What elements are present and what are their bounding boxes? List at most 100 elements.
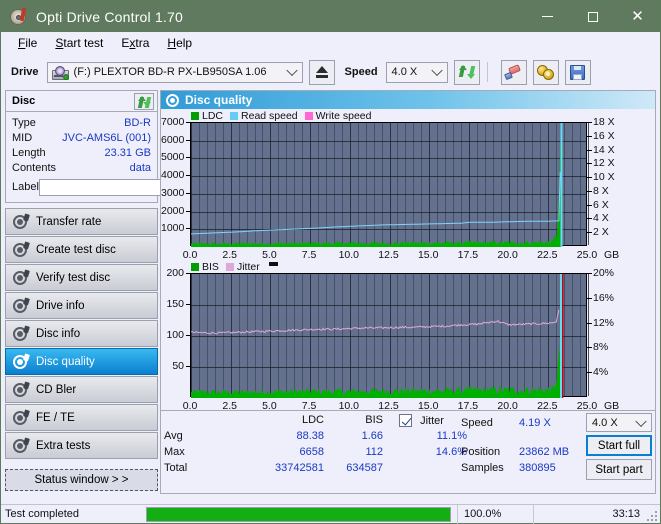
y2-axis-tick [587, 191, 592, 192]
toolbar: Drive (F:) PLEXTOR BD-R PX-LB950SA 1.06 … [1, 54, 660, 90]
y2-axis-tick [587, 232, 592, 233]
y-axis-tick-label: 1000 [161, 222, 184, 234]
x-axis-tick-label: 25.0 [577, 249, 597, 261]
start-full-button[interactable]: Start full [586, 435, 652, 456]
y-axis-tick-label: 4000 [161, 169, 184, 181]
chart-bis-jitter: 501001502004%8%12%16%20%0.02.55.07.510.0… [161, 273, 655, 410]
refresh-button[interactable] [454, 60, 480, 85]
x-axis-tick-label: 20.0 [497, 249, 517, 261]
stats-max-ldc: 6658 [264, 446, 324, 458]
chart1-plot[interactable] [190, 122, 587, 246]
x-axis-tick-label: 2.5 [222, 249, 237, 261]
sidebar-item-disc-info[interactable]: Disc info [5, 320, 158, 347]
progress-bar [146, 507, 451, 522]
y2-axis-tick [587, 273, 592, 274]
y2-axis-tick-label: 8 X [593, 185, 609, 197]
y-axis-tick-label: 3000 [161, 187, 184, 199]
sidebar-item-cd-bler[interactable]: CD Bler [5, 376, 158, 403]
sidebar-item-fe-te[interactable]: FE / TE [5, 404, 158, 431]
minimize-button[interactable] [525, 1, 570, 32]
y2-axis-tick-label: 14 X [593, 144, 615, 156]
sidebar-item-drive-info[interactable]: Drive info [5, 292, 158, 319]
maximize-icon [588, 12, 598, 22]
y2-axis-tick-label: 20% [593, 267, 614, 279]
chart2-plot[interactable] [190, 273, 587, 397]
sidebar-item-verify-test-disc[interactable]: Verify test disc [5, 264, 158, 291]
stats-row-avg-label: Avg [164, 430, 183, 442]
sidebar-item-transfer-rate[interactable]: Transfer rate [5, 208, 158, 235]
y-axis-tick [186, 175, 190, 176]
y2-axis-tick [587, 136, 592, 137]
series-jitter [191, 310, 559, 334]
legend-swatch [305, 112, 313, 120]
stats-avg-ldc: 88.38 [264, 430, 324, 442]
sidebar-item-label: Disc quality [36, 356, 95, 368]
speed-label: Speed [345, 66, 378, 78]
legend-label: LDC [202, 110, 223, 122]
disc-row-value: data [130, 162, 151, 174]
y2-axis-tick [587, 323, 592, 324]
sidebar-item-label: Disc info [36, 328, 80, 340]
y2-axis-tick [587, 218, 592, 219]
legend-label: Read speed [241, 110, 298, 122]
maximize-button[interactable] [570, 1, 615, 32]
status-bar: Test completed 100.0% 33:13 [1, 504, 660, 523]
disc-row-type: Type BD-R [12, 115, 151, 130]
menu-help[interactable]: Help [158, 34, 201, 52]
y2-axis-tick-label: 10 X [593, 171, 615, 183]
stats-total-ldc: 33742581 [221, 462, 324, 474]
erase-button[interactable] [501, 60, 527, 85]
disc-row-value: BD-R [124, 117, 151, 129]
sidebar-item-label: Extra tests [36, 440, 90, 452]
stats-max-bis: 112 [329, 446, 383, 458]
discs-button[interactable] [533, 60, 559, 85]
y2-axis-tick-label: 4 X [593, 212, 609, 224]
refresh-icon [459, 64, 475, 80]
speed-select[interactable]: 4.0 X [386, 62, 448, 83]
legend-item-ldc: LDC [191, 110, 223, 122]
disc-quality-panel: Disc quality LDC Read speed Write speed [160, 90, 656, 494]
x-axis-tick-label: 17.5 [458, 249, 478, 261]
menu-start-test[interactable]: Start test [46, 34, 112, 52]
drive-select[interactable]: (F:) PLEXTOR BD-R PX-LB950SA 1.06 [47, 62, 303, 83]
eject-button[interactable] [309, 60, 335, 85]
disc-properties: Type BD-R MID JVC-AMS6L (001) Length 23.… [6, 112, 157, 202]
y-axis-tick-label: 2000 [161, 205, 184, 217]
sidebar-item-disc-quality[interactable]: Disc quality [5, 348, 158, 375]
menu-extra[interactable]: Extra [112, 34, 158, 52]
stats-total-bis: 634587 [329, 462, 383, 474]
menu-file[interactable]: File [9, 34, 46, 52]
sidebar-item-extra-tests[interactable]: Extra tests [5, 432, 158, 459]
x-axis-tick-label: 7.5 [302, 249, 317, 261]
close-button[interactable]: ✕ [615, 1, 660, 32]
status-window-button[interactable]: Status window > > [5, 469, 158, 491]
sidebar-item-label: Verify test disc [36, 272, 110, 284]
menu-bar: File Start test Extra Help [1, 32, 660, 54]
panel-title: Disc quality [185, 93, 252, 107]
y-axis-tick-label: 50 [161, 360, 184, 372]
disc-refresh-button[interactable] [134, 93, 154, 110]
legend-swatch [226, 263, 234, 271]
y-axis-tick [186, 193, 190, 194]
disc-row-mid: MID JVC-AMS6L (001) [12, 130, 151, 145]
read-speed-spike [560, 274, 562, 398]
jitter-checkbox-wrap[interactable]: Jitter [399, 414, 444, 427]
x-axis-tick-label: 22.5 [537, 249, 557, 261]
position-stat-value: 23862 MB [519, 446, 569, 458]
y-axis-tick-label: 200 [161, 267, 184, 279]
start-part-button[interactable]: Start part [586, 459, 652, 480]
save-button[interactable] [565, 60, 591, 85]
statistics-area: LDC BIS Jitter Avg 88.38 1.66 11.1% Max … [161, 410, 655, 483]
drive-label: Drive [11, 66, 39, 78]
disc-row-key: Type [12, 117, 36, 129]
test-speed-select[interactable]: 4.0 X [586, 413, 652, 432]
toolbar-separator [487, 62, 488, 82]
stats-max-jitter: 14.6% [399, 446, 467, 458]
y2-axis-tick-label: 12 X [593, 157, 615, 169]
legend-item-jitter: Jitter [226, 261, 260, 273]
resize-grip-icon[interactable] [646, 510, 657, 521]
jitter-checkbox[interactable] [399, 414, 412, 427]
y-axis-tick [186, 366, 190, 367]
application-window: Opti Drive Control 1.70 ✕ File Start tes… [0, 0, 661, 524]
sidebar-item-create-test-disc[interactable]: Create test disc [5, 236, 158, 263]
